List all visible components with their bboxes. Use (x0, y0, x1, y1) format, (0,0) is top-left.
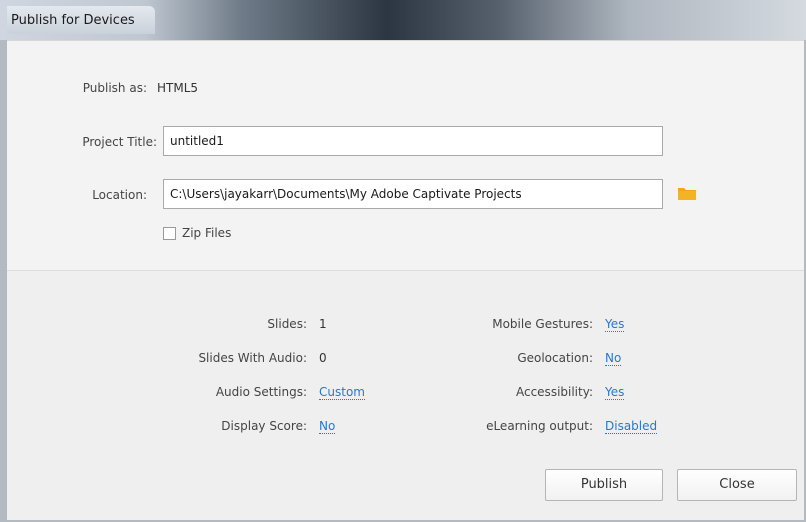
close-button[interactable]: Close (677, 469, 797, 501)
publish-button[interactable]: Publish (545, 469, 663, 501)
elearning-output-label: eLearning output: (486, 419, 593, 433)
zip-files-checkbox[interactable] (163, 227, 176, 240)
display-score-link[interactable]: No (319, 419, 336, 434)
project-title-label: Project Title: (82, 135, 157, 149)
audio-settings-link[interactable]: Custom (319, 385, 365, 400)
publish-as-label: Publish as: (82, 81, 147, 95)
project-title-input[interactable]: untitled1 (163, 126, 663, 156)
mobile-gestures-label: Mobile Gestures: (492, 317, 593, 331)
mobile-gestures-link[interactable]: Yes (605, 317, 625, 332)
publish-dialog: Publish for Devices Publish as: HTML5 Pr… (0, 0, 806, 522)
audio-settings-label: Audio Settings: (215, 385, 307, 399)
slides-value: 1 (319, 317, 327, 331)
slides-with-audio-label: Slides With Audio: (198, 351, 307, 365)
slides-with-audio-value: 0 (319, 351, 327, 365)
publish-as-value: HTML5 (157, 81, 199, 95)
display-score-label: Display Score: (221, 419, 307, 433)
slides-label: Slides: (267, 317, 307, 331)
geolocation-link[interactable]: No (605, 351, 622, 366)
folder-browse-icon[interactable] (677, 185, 697, 201)
summary-panel: Slides: 1 Slides With Audio: 0 Audio Set… (7, 271, 804, 520)
geolocation-label: Geolocation: (517, 351, 593, 365)
title-bar[interactable]: Publish for Devices (0, 0, 806, 40)
window-title: Publish for Devices (7, 6, 155, 34)
zip-files-label: Zip Files (182, 226, 232, 240)
location-label: Location: (92, 188, 147, 202)
dialog-content: Publish as: HTML5 Project Title: untitle… (7, 40, 804, 520)
accessibility-label: Accessibility: (515, 385, 593, 399)
accessibility-link[interactable]: Yes (605, 385, 625, 400)
location-input[interactable]: C:\Users\jayakarr\Documents\My Adobe Cap… (163, 179, 663, 209)
elearning-output-link[interactable]: Disabled (605, 419, 658, 434)
